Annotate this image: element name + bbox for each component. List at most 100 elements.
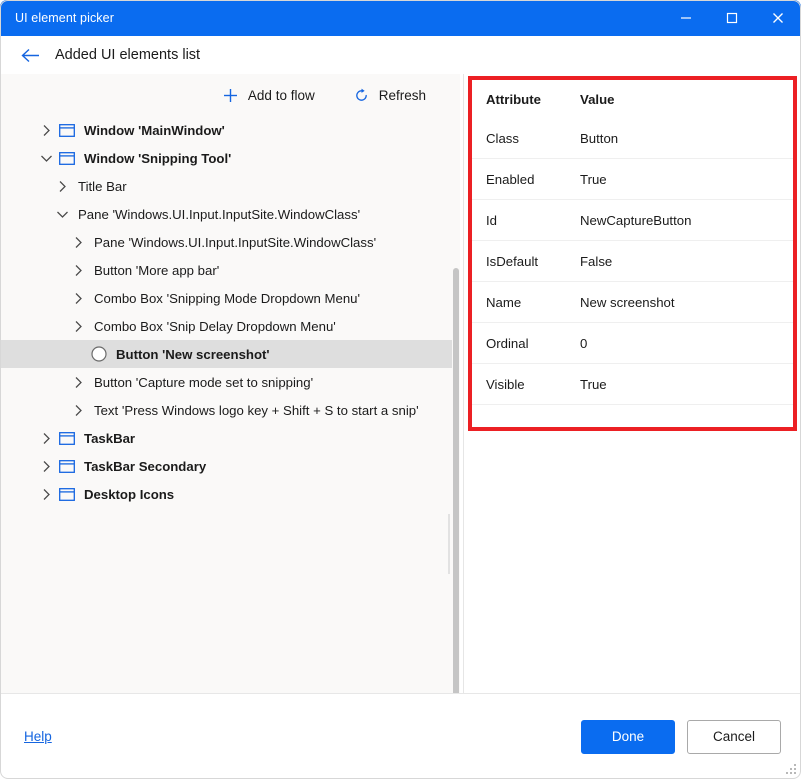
window-icon [58,480,76,508]
refresh-button[interactable]: Refresh [347,82,432,108]
attribute-value: False [580,254,793,269]
tree-item[interactable]: Window 'MainWindow' [0,116,452,144]
attribute-key: Class [486,131,580,146]
chevron-right-icon[interactable] [70,228,86,256]
tree-item[interactable]: Button 'More app bar' [0,256,452,284]
tree-item-label: Desktop Icons [84,487,174,502]
attribute-row: IsDefaultFalse [472,241,793,282]
tree-item-label: Button 'New screenshot' [116,347,270,362]
tree-item-label: Button 'Capture mode set to snipping' [94,375,313,390]
tree-scrollbar-track[interactable] [452,116,460,693]
chevron-right-icon[interactable] [70,256,86,284]
attribute-row: Ordinal0 [472,323,793,364]
attribute-row: ClassButton [472,118,793,159]
tree-item-label: Text 'Press Windows logo key + Shift + S… [94,403,419,418]
attribute-value: 0 [580,336,793,351]
back-arrow-icon[interactable] [17,42,43,68]
attribute-value: True [580,172,793,187]
window-title: UI element picker [0,11,114,25]
tree-item[interactable]: TaskBar [0,424,452,452]
footer-actions: Done Cancel [581,720,781,754]
tree-item[interactable]: Combo Box 'Snip Delay Dropdown Menu' [0,312,452,340]
tree-item[interactable]: Pane 'Windows.UI.Input.InputSite.WindowC… [0,200,452,228]
attribute-key: IsDefault [486,254,580,269]
chevron-right-icon[interactable] [38,424,54,452]
attribute-column-header: Attribute [486,92,580,107]
tree-item[interactable]: Button 'Capture mode set to snipping' [0,368,452,396]
tree-item-label: Button 'More app bar' [94,263,219,278]
chevron-placeholder [70,340,86,368]
plus-icon [222,86,240,104]
chevron-right-icon[interactable] [38,116,54,144]
attribute-value: New screenshot [580,295,793,310]
window-icon [58,424,76,452]
chevron-right-icon[interactable] [70,396,86,424]
chevron-right-icon[interactable] [38,452,54,480]
chevron-right-icon[interactable] [70,368,86,396]
attribute-row: EnabledTrue [472,159,793,200]
tree-inner-scroll-marker [448,514,450,574]
value-column-header: Value [580,92,793,107]
attribute-key: Visible [486,377,580,392]
tree-toolbar: Add to flow Refresh [0,74,460,116]
attribute-row: NameNew screenshot [472,282,793,323]
chevron-right-icon[interactable] [54,172,70,200]
maximize-button[interactable] [709,0,755,36]
chevron-down-icon[interactable] [38,144,54,172]
window-icon [58,116,76,144]
tree-item-label: Combo Box 'Snip Delay Dropdown Menu' [94,319,336,334]
page-header: Added UI elements list [0,36,801,74]
title-bar: UI element picker [0,0,801,36]
tree-item[interactable]: Button 'New screenshot' [0,340,452,368]
tree-item-label: Combo Box 'Snipping Mode Dropdown Menu' [94,291,360,306]
chevron-right-icon[interactable] [38,480,54,508]
tree-item-label: Title Bar [78,179,127,194]
attribute-value: Button [580,131,793,146]
circle-icon [90,340,108,368]
tree-item[interactable]: Desktop Icons [0,480,452,508]
tree-item[interactable]: TaskBar Secondary [0,452,452,480]
tree-item[interactable]: Pane 'Windows.UI.Input.InputSite.WindowC… [0,228,452,256]
tree-item[interactable]: Window 'Snipping Tool' [0,144,452,172]
minimize-button[interactable] [663,0,709,36]
body-area: Add to flow Refresh Window 'MainWindow'W… [0,74,801,693]
window-icon [58,452,76,480]
attribute-row: IdNewCaptureButton [472,200,793,241]
tree-item[interactable]: Text 'Press Windows logo key + Shift + S… [0,396,452,424]
ui-elements-tree[interactable]: Window 'MainWindow' Window 'Snipping Tool… [0,116,452,693]
refresh-label: Refresh [379,88,426,103]
dialog-footer: Help Done Cancel [0,693,801,779]
done-button[interactable]: Done [581,720,675,754]
attribute-value: True [580,377,793,392]
chevron-right-icon[interactable] [70,312,86,340]
ui-element-picker-window: UI element picker Added UI elements list [0,0,801,779]
attribute-value: NewCaptureButton [580,213,793,228]
attribute-row: VisibleTrue [472,364,793,405]
refresh-icon [353,86,371,104]
close-button[interactable] [755,0,801,36]
help-link[interactable]: Help [24,729,52,744]
tree-item-label: Pane 'Windows.UI.Input.InputSite.WindowC… [78,207,360,222]
window-icon [58,144,76,172]
attributes-pane: AttributeValueClassButtonEnabledTrueIdNe… [464,74,801,693]
tree-item-label: Window 'MainWindow' [84,123,225,138]
page-title: Added UI elements list [55,47,200,63]
tree-scrollbar-thumb[interactable] [453,268,459,693]
tree-item[interactable]: Combo Box 'Snipping Mode Dropdown Menu' [0,284,452,312]
tree-item-label: TaskBar [84,431,135,446]
resize-grip[interactable] [785,763,798,776]
attributes-header-row: AttributeValue [472,80,793,118]
attribute-key: Enabled [486,172,580,187]
add-to-flow-label: Add to flow [248,88,315,103]
elements-tree-pane: Add to flow Refresh Window 'MainWindow'W… [0,74,460,693]
add-to-flow-button[interactable]: Add to flow [216,82,321,108]
cancel-button[interactable]: Cancel [687,720,781,754]
attribute-key: Id [486,213,580,228]
attributes-table: AttributeValueClassButtonEnabledTrueIdNe… [472,80,793,405]
chevron-right-icon[interactable] [70,284,86,312]
tree-item-label: Window 'Snipping Tool' [84,151,231,166]
attribute-key: Ordinal [486,336,580,351]
tree-item[interactable]: Title Bar [0,172,452,200]
attribute-key: Name [486,295,580,310]
chevron-down-icon[interactable] [54,200,70,228]
